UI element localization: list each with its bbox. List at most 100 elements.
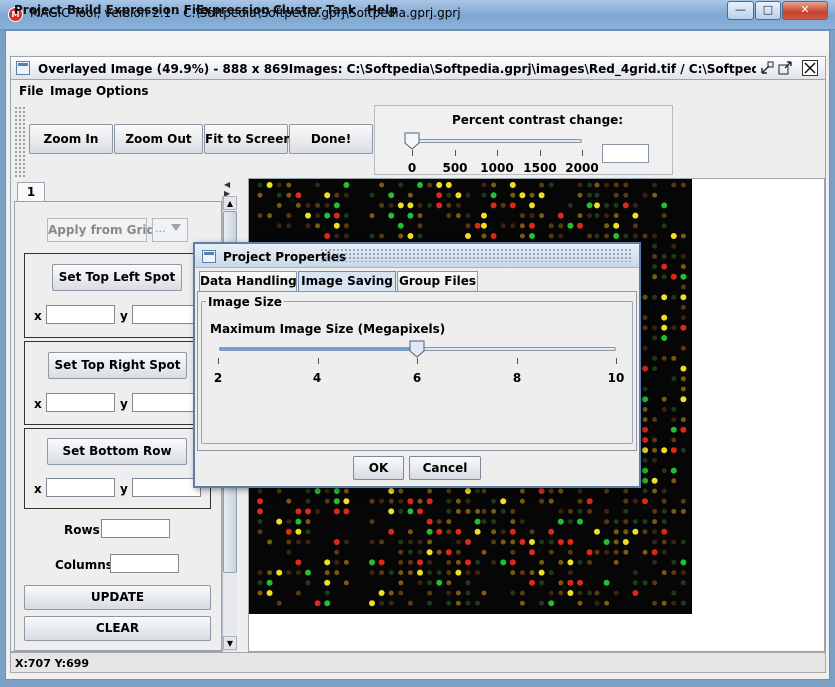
rows-input[interactable] [101,519,170,538]
array-spot [604,233,610,239]
array-spot [398,570,404,576]
array-spot [594,182,600,188]
bottom-row-x-input[interactable] [46,478,115,497]
array-spot [276,488,282,494]
grid-tab-1[interactable]: 1 [17,182,45,202]
scroll-down-arrow-icon[interactable]: ▼ [223,636,237,650]
array-spot [324,600,331,607]
set-top-right-spot-button[interactable]: Set Top Right Spot [48,352,187,379]
set-top-left-spot-button[interactable]: Set Top Left Spot [52,264,182,291]
array-spot [276,569,283,576]
array-spot [455,192,462,199]
menu-project[interactable]: Project [14,3,62,17]
array-spot [427,182,433,188]
array-spot [529,579,535,586]
clear-button[interactable]: CLEAR [24,616,211,641]
array-spot [379,202,385,208]
array-spot [465,539,471,545]
array-spot [333,222,340,229]
menu-build-expression-file[interactable]: Build Expression File [67,3,208,17]
tab-image-saving[interactable]: Image Saving [298,271,396,292]
array-spot [604,182,610,188]
apply-from-grid-button[interactable]: Apply from Grid: [47,218,160,242]
array-spot [427,580,433,586]
scroll-up-arrow-icon[interactable]: ▲ [223,196,237,210]
array-spot [642,437,648,443]
top-right-y-input[interactable] [132,393,201,412]
bottom-row-y-input[interactable] [132,478,201,497]
array-spot [613,192,619,198]
update-button[interactable]: UPDATE [24,585,211,610]
menu-task[interactable]: Task [326,3,356,17]
tab-group-files[interactable]: Group Files [397,271,478,292]
menu-help[interactable]: Help [367,3,398,17]
array-spot [539,539,545,545]
cancel-button[interactable]: Cancel [409,456,481,480]
array-spot [577,508,583,514]
array-spot [286,498,292,504]
array-spot [604,213,610,219]
array-spot [286,182,292,188]
size-tick-label: 4 [312,371,322,385]
columns-input[interactable] [110,554,179,573]
frame-menu-file[interactable]: File [19,84,44,98]
array-spot [286,570,292,576]
ok-button[interactable]: OK [353,456,404,480]
size-tick-label: 2 [213,371,223,385]
array-spot [491,529,497,535]
array-spot [558,580,564,586]
toolbar-grip[interactable] [14,106,26,178]
array-spot [567,559,574,566]
set-bottom-row-button[interactable]: Set Bottom Row [47,438,187,465]
array-spot [642,294,648,300]
done-button[interactable]: Done! [289,124,373,154]
close-button[interactable]: ✕ [782,1,828,20]
minimize-button[interactable]: — [727,1,754,20]
contrast-tick-label: 1000 [480,161,514,175]
fit-to-screen-button[interactable]: Fit to Screen [204,124,292,154]
array-spot [661,223,667,229]
array-spot [446,600,452,606]
array-spot [324,202,330,208]
array-spot [510,508,516,514]
dialog-title-grip [320,248,632,262]
array-spot [286,519,292,525]
contrast-slider-track[interactable] [410,139,582,143]
contrast-slider-thumb[interactable] [404,132,420,150]
array-spot [378,559,385,566]
iconify-frame-button[interactable] [759,60,775,76]
array-spot [680,345,686,351]
menu-expression[interactable]: Expression [196,3,270,17]
array-spot [613,539,619,545]
frame-menu-image-options[interactable]: Image Options [50,84,149,98]
top-left-y-input[interactable] [132,305,201,324]
array-spot [577,213,583,219]
array-spot [680,600,686,606]
array-spot [257,580,263,586]
array-spot [613,549,619,555]
array-spot [509,559,516,566]
array-spot [343,498,350,505]
array-spot [436,182,443,188]
zoom-out-button[interactable]: Zoom Out [114,124,203,154]
array-spot [455,213,461,219]
image-size-slider-thumb[interactable] [409,340,425,358]
array-spot [548,539,554,545]
maximize-frame-button[interactable] [777,60,793,76]
array-spot [276,192,282,198]
array-spot [324,559,331,566]
tab-data-handling[interactable]: Data Handling [199,271,297,292]
array-spot [446,580,452,586]
array-spot [465,600,471,606]
array-spot [455,498,461,504]
contrast-value-input[interactable] [602,144,649,163]
array-spot [632,498,638,504]
zoom-in-button[interactable]: Zoom In [29,124,113,154]
close-frame-button[interactable] [802,60,818,76]
maximize-button[interactable]: □ [755,1,781,20]
menu-cluster[interactable]: Cluster [273,3,321,17]
array-spot [642,447,648,454]
top-right-x-input[interactable] [46,393,115,412]
top-left-x-input[interactable] [46,305,115,324]
contrast-tick-label: 2000 [565,161,599,175]
